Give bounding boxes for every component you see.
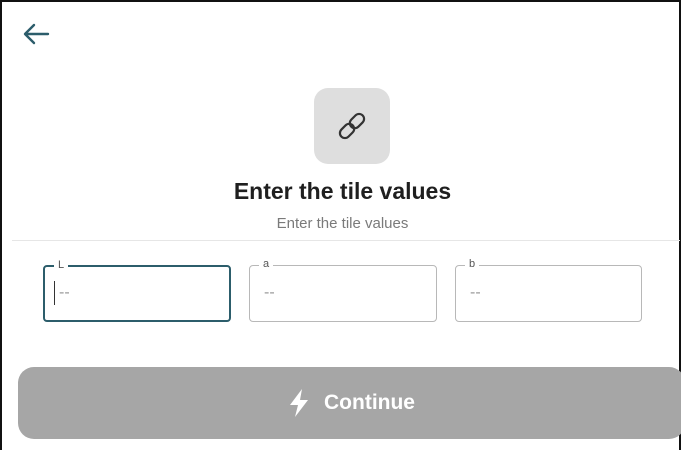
l-field-value: -- xyxy=(59,284,70,301)
lightning-icon xyxy=(290,389,308,417)
l-field-label: L xyxy=(54,258,69,272)
text-caret xyxy=(54,281,55,305)
a-field-value: -- xyxy=(264,284,275,301)
link-icon-tile xyxy=(314,88,390,164)
b-field-value: -- xyxy=(470,284,481,301)
continue-button[interactable]: Continue xyxy=(18,367,681,439)
link-icon xyxy=(338,112,366,140)
b-value-input[interactable]: b -- xyxy=(455,257,642,322)
a-value-input[interactable]: a -- xyxy=(249,257,437,322)
divider xyxy=(12,240,680,241)
a-field-label: a xyxy=(259,257,274,271)
b-field-label: b xyxy=(465,257,480,271)
continue-label: Continue xyxy=(324,391,415,414)
page-title: Enter the tile values xyxy=(233,178,452,204)
back-button[interactable] xyxy=(22,22,50,46)
app-screen: Enter the tile values Enter the tile val… xyxy=(0,0,681,450)
l-value-input[interactable]: L -- xyxy=(43,258,231,322)
arrow-left-icon xyxy=(23,23,50,45)
page-subtitle: Enter the tile values xyxy=(276,215,409,232)
